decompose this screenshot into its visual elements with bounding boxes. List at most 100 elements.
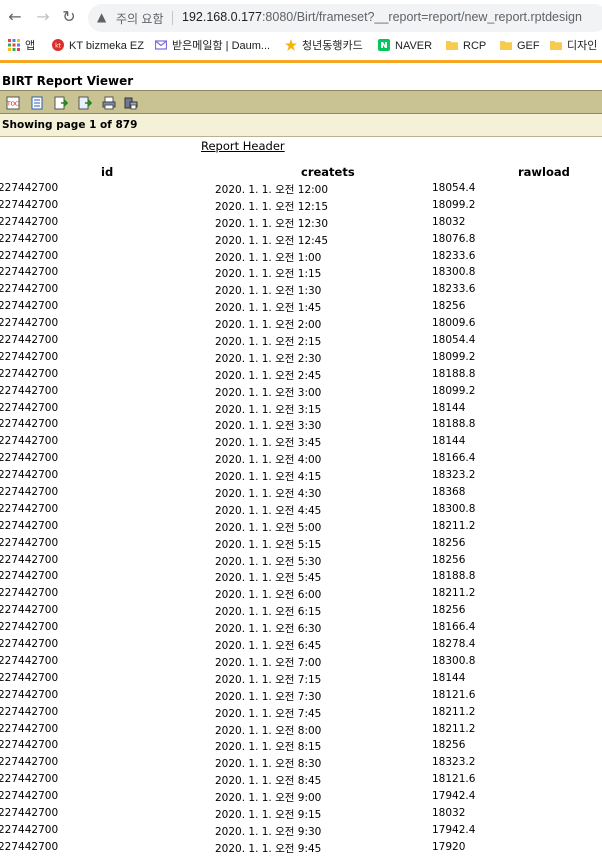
cell-createts: 2020. 1. 1. 오전 9:00 (215, 792, 322, 805)
bookmark-label: 받은메일함 | Daum... (172, 40, 271, 52)
cell-rawload: 18300.8 (432, 654, 476, 667)
cell-id: 227442700 (0, 367, 59, 380)
toc-icon[interactable]: TOC (6, 95, 20, 110)
cell-createts: 2020. 1. 1. 오전 4:00 (215, 454, 322, 467)
cell-createts: 2020. 1. 1. 오전 5:45 (215, 572, 322, 585)
cell-createts: 2020. 1. 1. 오전 6:45 (215, 640, 322, 653)
cell-id: 227442700 (0, 215, 59, 228)
bookmark-apps[interactable]: 앱 (8, 38, 35, 54)
cell-createts: 2020. 1. 1. 오전 2:15 (215, 336, 322, 349)
bookmark-rcp[interactable]: RCP (446, 38, 486, 54)
cell-rawload: 18188.8 (432, 570, 476, 583)
warning-triangle-icon[interactable]: ▲ (97, 10, 106, 24)
cell-rawload: 18256 (432, 604, 466, 617)
table-row: 227442700 2020. 1. 1. 오전 6:15 18256 (0, 602, 602, 619)
bookmark-gef[interactable]: GEF (500, 38, 540, 54)
cell-rawload: 18054.4 (432, 334, 476, 347)
table-row: 227442700 2020. 1. 1. 오전 1:15 18300.8 (0, 264, 602, 281)
security-warning-label[interactable]: 주의 요함 (116, 10, 164, 27)
table-row: 227442700 2020. 1. 1. 오전 2:30 18099.2 (0, 349, 602, 366)
cell-id: 227442700 (0, 773, 59, 786)
cell-rawload: 18032 (432, 806, 466, 819)
cell-rawload: 18009.6 (432, 317, 476, 330)
cell-rawload: 18054.4 (432, 182, 476, 194)
bookmark-daum-mail[interactable]: 받은메일함 | Daum... (154, 38, 271, 54)
cell-rawload: 18233.6 (432, 249, 476, 262)
table-row: 227442700 2020. 1. 1. 오전 3:15 18144 (0, 400, 602, 417)
bookmark-design[interactable]: 디자인 (550, 38, 597, 54)
bookmark-label: RCP (463, 40, 487, 52)
cell-id: 227442700 (0, 384, 59, 397)
bookmark-card[interactable]: 청년동행카드 (285, 38, 363, 54)
cell-id: 227442700 (0, 688, 59, 701)
cell-rawload: 17942.4 (432, 823, 476, 836)
back-arrow-icon[interactable]: ← (6, 8, 24, 26)
table-row: 227442700 2020. 1. 1. 오전 6:00 18211.2 (0, 585, 602, 602)
cell-createts: 2020. 1. 1. 오전 9:15 (215, 808, 322, 821)
page-top-accent (0, 60, 602, 63)
table-row: 227442700 2020. 1. 1. 오전 7:30 18121.6 (0, 687, 602, 704)
print-server-icon[interactable] (124, 95, 138, 110)
cell-createts: 2020. 1. 1. 오전 7:00 (215, 656, 322, 669)
cell-id: 227442700 (0, 300, 59, 313)
bookmarks-bar: 앱 kt KT bizmeka EZ 받은메일함 | Daum... 청년동행카드… (0, 34, 602, 58)
cell-id: 227442700 (0, 334, 59, 347)
export-report-icon[interactable] (78, 95, 93, 110)
table-row: 227442700 2020. 1. 1. 오전 12:30 18032 (0, 214, 602, 231)
cell-id: 227442700 (0, 671, 59, 684)
cell-id: 227442700 (0, 502, 59, 515)
table-row: 227442700 2020. 1. 1. 오전 9:30 17942.4 (0, 822, 602, 839)
cell-rawload: 18099.2 (432, 384, 476, 397)
parameters-icon[interactable] (30, 95, 44, 110)
cell-rawload: 18211.2 (432, 722, 476, 735)
table-row: 227442700 2020. 1. 1. 오전 4:45 18300.8 (0, 501, 602, 518)
cell-rawload: 18188.8 (432, 367, 476, 380)
cell-id: 227442700 (0, 654, 59, 667)
cell-id: 227442700 (0, 638, 59, 651)
table-row: 227442700 2020. 1. 1. 오전 1:00 18233.6 (0, 248, 602, 265)
bookmark-kt-bizmeka[interactable]: kt KT bizmeka EZ (52, 38, 144, 54)
cell-createts: 2020. 1. 1. 오전 6:30 (215, 623, 322, 636)
cell-createts: 2020. 1. 1. 오전 1:15 (215, 268, 322, 281)
cell-id: 227442700 (0, 553, 59, 566)
bookmark-label: NAVER (395, 40, 433, 52)
cell-rawload: 18144 (432, 435, 466, 448)
cell-createts: 2020. 1. 1. 오전 4:45 (215, 504, 322, 517)
cell-id: 227442700 (0, 469, 59, 482)
url-text[interactable]: 192.168.0.177:8080/Birt/frameset?__repor… (182, 10, 582, 24)
bookmark-label: 디자인 (567, 40, 598, 52)
table-row: 227442700 2020. 1. 1. 오전 6:30 18166.4 (0, 619, 602, 636)
cell-rawload: 18211.2 (432, 587, 476, 600)
cell-rawload: 18233.6 (432, 283, 476, 296)
cell-id: 227442700 (0, 823, 59, 836)
cell-createts: 2020. 1. 1. 오전 5:15 (215, 538, 322, 551)
address-bar[interactable]: ▲ 주의 요함 192.168.0.177:8080/Birt/frameset… (88, 4, 602, 32)
table-row: 227442700 2020. 1. 1. 오전 12:15 18099.2 (0, 197, 602, 214)
export-data-icon[interactable] (54, 95, 69, 110)
table-row: 227442700 2020. 1. 1. 오전 8:45 18121.6 (0, 771, 602, 788)
cell-createts: 2020. 1. 1. 오전 9:30 (215, 825, 322, 838)
browser-chrome: ← → ↻ ▲ 주의 요함 192.168.0.177:8080/Birt/fr… (0, 0, 602, 63)
cell-id: 227442700 (0, 232, 59, 245)
cell-rawload: 18256 (432, 553, 466, 566)
reload-icon[interactable]: ↻ (60, 8, 78, 26)
cell-id: 227442700 (0, 536, 59, 549)
cell-rawload: 17942.4 (432, 790, 476, 803)
url-path: :8080/Birt/frameset?__report=report/new_… (261, 10, 582, 24)
url-host: 192.168.0.177 (182, 10, 262, 24)
table-row: 227442700 2020. 1. 1. 오전 5:45 18188.8 (0, 568, 602, 585)
cell-createts: 2020. 1. 1. 오전 6:00 (215, 589, 322, 602)
cell-id: 227442700 (0, 621, 59, 634)
cell-rawload: 18323.2 (432, 756, 476, 769)
report-table-body: 227442700 2020. 1. 1. 오전 12:00 18054.4 2274… (0, 180, 602, 856)
table-row: 227442700 2020. 1. 1. 오전 3:45 18144 (0, 433, 602, 450)
print-icon[interactable] (102, 95, 116, 110)
table-row: 227442700 2020. 1. 1. 오전 9:45 17920 (0, 839, 602, 856)
cell-id: 227442700 (0, 705, 59, 718)
table-row: 227442700 2020. 1. 1. 오전 2:00 18009.6 (0, 315, 602, 332)
table-row: 227442700 2020. 1. 1. 오전 12:00 18054.4 (0, 180, 602, 197)
forward-arrow-icon[interactable]: → (34, 8, 52, 26)
bookmark-label: KT bizmeka EZ (69, 40, 144, 52)
bookmark-naver[interactable]: NAVER (378, 38, 432, 54)
table-row: 227442700 2020. 1. 1. 오전 9:15 18032 (0, 805, 602, 822)
